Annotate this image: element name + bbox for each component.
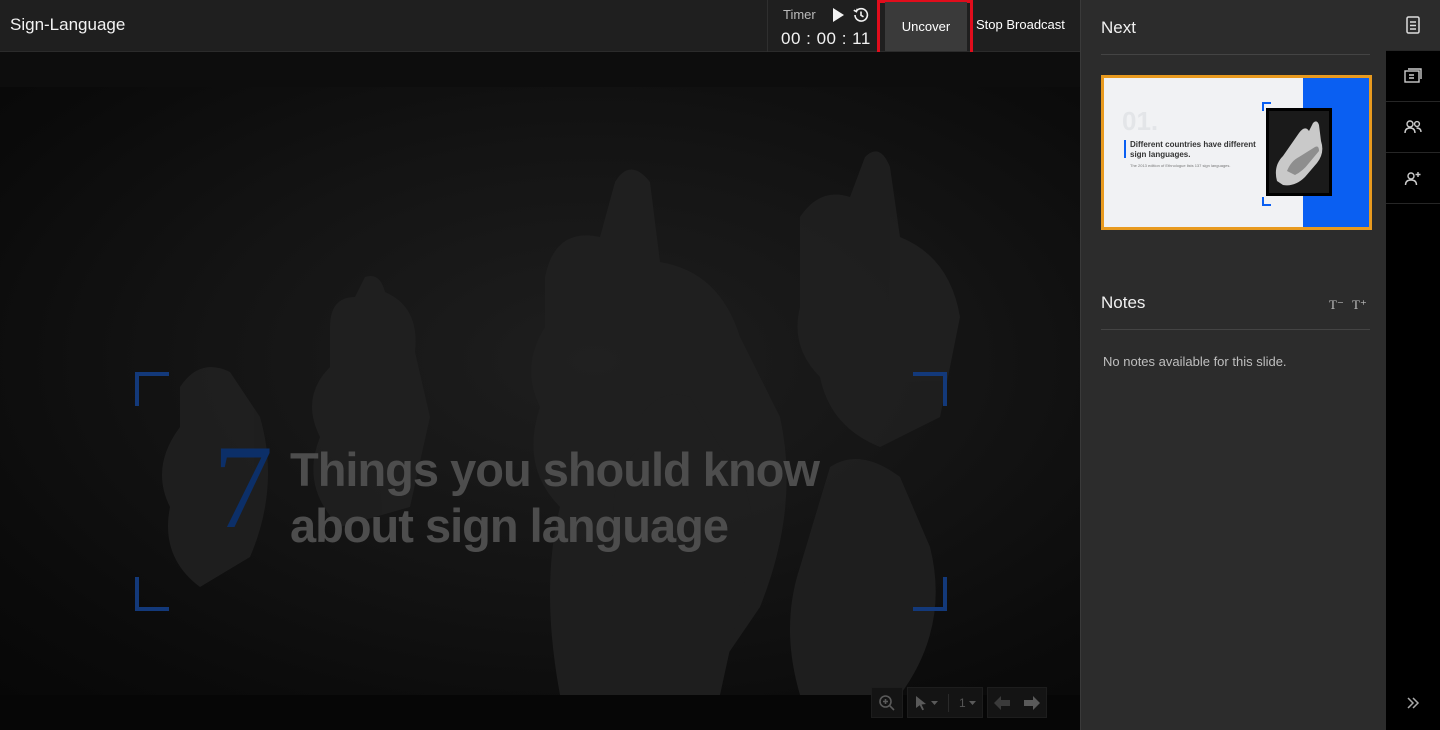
add-user-icon[interactable] xyxy=(1386,153,1440,204)
next-heading: Next xyxy=(1101,18,1136,37)
stage-top-strip xyxy=(0,52,1080,87)
frame-corner-bottom-right xyxy=(913,577,947,611)
stage-toolbar: 1 xyxy=(871,687,1047,718)
slide-title-line-2: about sign language xyxy=(290,499,729,552)
play-icon[interactable] xyxy=(830,6,846,24)
increase-font-size-button[interactable]: T⁺ xyxy=(1352,297,1367,313)
pointer-icon[interactable] xyxy=(914,695,938,711)
slide-title-line-1: Things you should know xyxy=(290,443,820,496)
notes-empty-message: No notes available for this slide. xyxy=(1103,354,1287,369)
zoom-in-icon[interactable] xyxy=(878,694,896,712)
double-chevron-right-icon[interactable] xyxy=(1403,693,1423,713)
next-slide-accent-bar xyxy=(1124,140,1126,158)
history-icon[interactable] xyxy=(852,6,870,24)
decrease-font-size-button[interactable]: T⁻ xyxy=(1329,297,1344,313)
side-rail xyxy=(1386,0,1440,730)
arrow-left-icon[interactable] xyxy=(993,695,1010,710)
next-slide-photo xyxy=(1266,108,1332,196)
pointer-page-group: 1 xyxy=(907,687,983,718)
frame-corner-top-right xyxy=(913,372,947,406)
next-slide-corner xyxy=(1334,197,1343,206)
audience-icon[interactable] xyxy=(1386,102,1440,153)
notes-document-icon[interactable] xyxy=(1386,0,1440,51)
stop-broadcast-button[interactable]: Stop Broadcast xyxy=(976,17,1065,32)
next-divider xyxy=(1101,54,1370,55)
arrow-right-icon[interactable] xyxy=(1023,695,1040,710)
frame-corner-top-left xyxy=(135,372,169,406)
frame-corner-bottom-left xyxy=(135,577,169,611)
slide-number: 7 xyxy=(213,420,273,553)
uncover-button[interactable]: Uncover xyxy=(885,2,967,51)
presentation-title: Sign-Language xyxy=(10,15,126,34)
notes-heading: Notes xyxy=(1101,293,1146,312)
navigation-group xyxy=(986,687,1047,718)
timer: Timer 00 : 00 : 11 xyxy=(767,0,877,52)
zoom-group xyxy=(871,687,903,718)
current-slide: 7 Things you should know about sign lang… xyxy=(0,87,1080,695)
page-select-value: 1 xyxy=(959,695,966,710)
slides-icon[interactable] xyxy=(1386,51,1440,102)
timer-value: 00 : 00 : 11 xyxy=(781,29,871,48)
next-slide-corner xyxy=(1262,102,1271,111)
next-slide-corner xyxy=(1262,197,1271,206)
next-slide-subtitle: The 2013 edition of Ethnologue lists 137… xyxy=(1130,163,1231,168)
next-slide-title: Different countries have different sign … xyxy=(1130,140,1256,159)
next-slide-corner xyxy=(1334,102,1343,111)
slide-title: Things you should know about sign langua… xyxy=(290,442,910,554)
next-slide-number: 01. xyxy=(1122,106,1159,136)
page-select[interactable]: 1 xyxy=(959,696,976,710)
slide-stage: 7 Things you should know about sign lang… xyxy=(0,52,1080,730)
notes-divider xyxy=(1101,329,1370,330)
toolbar-divider xyxy=(948,693,949,712)
timer-label: Timer xyxy=(783,7,816,22)
next-slide-thumbnail[interactable]: 01. Different countries have different s… xyxy=(1101,75,1372,230)
presenter-panel: Next 01. Different countries have differ… xyxy=(1080,0,1386,730)
